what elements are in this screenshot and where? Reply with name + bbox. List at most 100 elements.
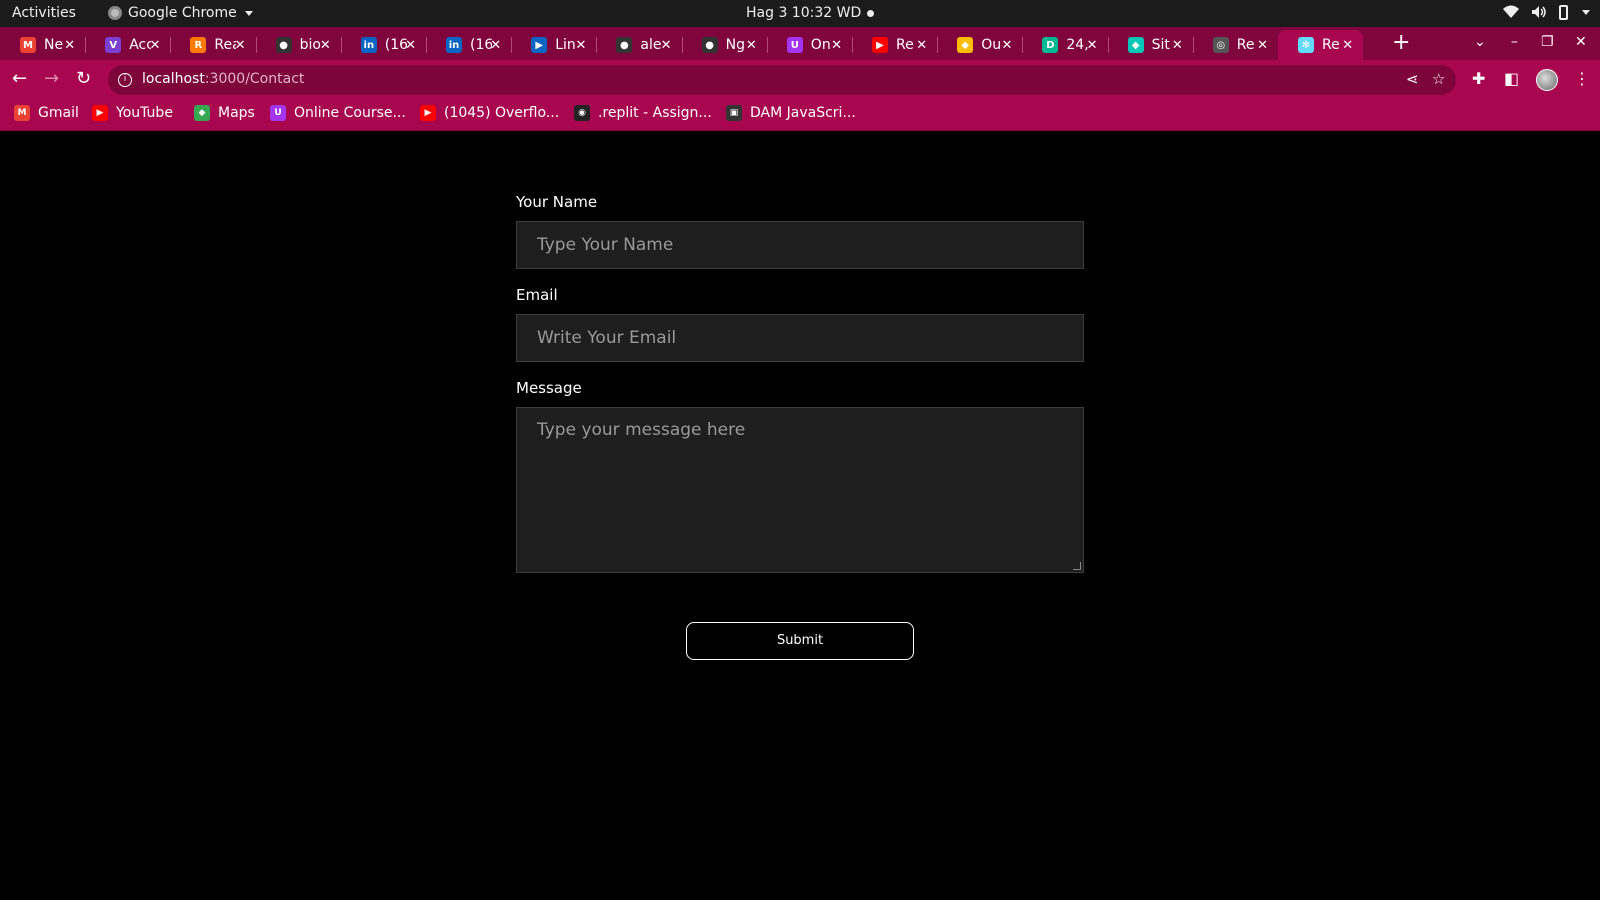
bookmark-label: YouTube bbox=[116, 105, 173, 121]
bookmark-item[interactable]: ▶ YouTube bbox=[92, 105, 173, 121]
close-tab-icon[interactable]: ✕ bbox=[1172, 38, 1183, 53]
browser-tab[interactable]: ◆ Ou ✕ bbox=[937, 30, 1022, 60]
browser-tab[interactable]: ● bio ✕ bbox=[256, 30, 341, 60]
app-name: Google Chrome bbox=[128, 5, 237, 21]
maps-icon: ◆ bbox=[194, 105, 210, 121]
resize-grip-icon[interactable] bbox=[1073, 562, 1081, 570]
close-tab-icon[interactable]: ✕ bbox=[235, 38, 246, 53]
github-icon: ● bbox=[701, 37, 718, 53]
tab-separator bbox=[1192, 37, 1194, 53]
browser-tab[interactable]: M Ne ✕ bbox=[0, 30, 85, 60]
bookmark-item[interactable]: ◆ Maps bbox=[194, 105, 255, 121]
message-textarea[interactable]: Type your message here bbox=[516, 407, 1084, 573]
caret-down-icon bbox=[244, 10, 253, 16]
netlify-icon: ◆ bbox=[1127, 37, 1144, 53]
bookmark-item[interactable]: ▣ DAM JavaScri... bbox=[726, 105, 856, 121]
forward-arrow-icon[interactable]: → bbox=[44, 69, 59, 89]
bookmark-item[interactable]: M Gmail bbox=[14, 105, 79, 121]
close-tab-icon[interactable]: ✕ bbox=[490, 38, 501, 53]
close-tab-icon[interactable]: ✕ bbox=[64, 38, 75, 53]
tab-search-icon[interactable]: ⌄ bbox=[1474, 34, 1486, 50]
tab-title: Ng bbox=[725, 37, 745, 53]
tab-separator bbox=[340, 37, 342, 53]
app-menu[interactable]: Google Chrome bbox=[108, 5, 253, 21]
message-placeholder: Type your message here bbox=[537, 420, 746, 440]
linkedin-icon: in bbox=[360, 37, 377, 53]
email-input[interactable]: Write Your Email bbox=[516, 314, 1084, 362]
reload-icon[interactable]: ↻ bbox=[76, 69, 91, 89]
restore-icon[interactable]: ❐ bbox=[1541, 34, 1554, 50]
tab-separator bbox=[766, 37, 768, 53]
close-tab-icon[interactable]: ✕ bbox=[1257, 38, 1268, 53]
more-menu-icon[interactable]: ⋮ bbox=[1574, 69, 1590, 88]
close-tab-icon[interactable]: ✕ bbox=[831, 38, 842, 53]
activities-button[interactable]: Activities bbox=[12, 5, 76, 21]
bookmark-label: (1045) Overflo... bbox=[444, 105, 560, 121]
bookmark-item[interactable]: U Online Course... bbox=[270, 105, 406, 121]
tab-separator bbox=[1107, 37, 1109, 53]
bookmark-label: DAM JavaScri... bbox=[750, 105, 856, 121]
system-tray[interactable] bbox=[1503, 4, 1590, 20]
close-tab-icon[interactable]: ✕ bbox=[1087, 38, 1098, 53]
bookmark-star-icon[interactable]: ☆ bbox=[1432, 70, 1445, 88]
chrome-icon bbox=[108, 6, 122, 20]
tab-title: Ou bbox=[981, 37, 1002, 53]
browser-tab[interactable]: ◎ Re ✕ bbox=[1193, 30, 1278, 60]
close-tab-icon[interactable]: ✕ bbox=[405, 38, 416, 53]
browser-tab[interactable]: ◆ Sit ✕ bbox=[1108, 30, 1193, 60]
browser-tab[interactable]: in (16 ✕ bbox=[341, 30, 426, 60]
bookmark-item[interactable]: ◉ .replit - Assign... bbox=[574, 105, 712, 121]
tab-title: (16 bbox=[470, 37, 492, 53]
browser-tab[interactable]: ▶ Re ✕ bbox=[852, 30, 937, 60]
browser-tab[interactable]: ● ale ✕ bbox=[596, 30, 681, 60]
url-text[interactable]: localhost:3000/Contact bbox=[142, 71, 304, 87]
close-tab-icon[interactable]: ✕ bbox=[149, 38, 160, 53]
volume-icon bbox=[1531, 4, 1547, 20]
extensions-icon[interactable]: ✚ bbox=[1472, 69, 1485, 88]
bookmark-label: Online Course... bbox=[294, 105, 406, 121]
page-content: Your Name Type Your Name Email Write You… bbox=[0, 131, 1600, 900]
bookmark-label: Gmail bbox=[38, 105, 79, 121]
tab-title: Rea bbox=[214, 37, 236, 53]
close-tab-icon[interactable]: ✕ bbox=[916, 38, 927, 53]
notification-dot-icon bbox=[867, 10, 874, 17]
browser-toolbar: ← → ↻ i localhost:3000/Contact ⋖ ☆ bbox=[0, 60, 1600, 100]
site-info-icon[interactable]: i bbox=[118, 73, 132, 87]
close-tab-icon[interactable]: ✕ bbox=[1001, 38, 1012, 53]
browser-tab[interactable]: ● Ng ✕ bbox=[682, 30, 767, 60]
tab-separator bbox=[511, 37, 513, 53]
tab-title: (16 bbox=[384, 37, 407, 53]
tab-separator bbox=[85, 37, 87, 53]
battery-icon bbox=[1559, 4, 1568, 20]
replit-icon: ◉ bbox=[574, 105, 590, 121]
name-input[interactable]: Type Your Name bbox=[516, 221, 1084, 269]
browser-tab[interactable]: ▶ Lin ✕ bbox=[511, 30, 596, 60]
minimize-icon[interactable]: – bbox=[1511, 34, 1518, 50]
close-tab-icon[interactable]: ✕ bbox=[575, 38, 586, 53]
new-tab-button[interactable]: + bbox=[1392, 32, 1410, 54]
close-tab-icon[interactable]: ✕ bbox=[320, 38, 331, 53]
react-icon: ✻ bbox=[1298, 37, 1314, 53]
share-icon[interactable]: ⋖ bbox=[1406, 70, 1419, 88]
email-label: Email bbox=[516, 286, 558, 304]
browser-tab[interactable]: V Acc ✕ bbox=[85, 30, 170, 60]
clock[interactable]: Hag 3 10:32 WD bbox=[746, 5, 861, 21]
browser-tab[interactable]: D 24, ✕ bbox=[1022, 30, 1107, 60]
close-tab-icon[interactable]: ✕ bbox=[661, 38, 672, 53]
submit-button[interactable]: Submit bbox=[686, 622, 914, 660]
browser-tab[interactable]: ✻ Re ✕ bbox=[1278, 30, 1364, 60]
browser-tab[interactable]: U On ✕ bbox=[767, 30, 852, 60]
browser-tab[interactable]: R Rea✕ bbox=[170, 30, 255, 60]
address-bar[interactable]: i localhost:3000/Contact ⋖ ☆ bbox=[108, 65, 1456, 95]
close-tab-icon[interactable]: ✕ bbox=[746, 38, 757, 53]
avatar[interactable] bbox=[1536, 69, 1558, 91]
bookmark-item[interactable]: ▶ (1045) Overflo... bbox=[420, 105, 559, 121]
tab-title: Re bbox=[1236, 37, 1255, 53]
tab-separator bbox=[596, 37, 598, 53]
back-arrow-icon[interactable]: ← bbox=[12, 69, 27, 89]
close-tab-icon[interactable]: ✕ bbox=[1342, 38, 1353, 53]
close-window-icon[interactable]: ✕ bbox=[1575, 34, 1587, 50]
side-panel-icon[interactable]: ◧ bbox=[1504, 69, 1519, 88]
tab-title: Ne bbox=[44, 37, 64, 53]
browser-tab[interactable]: in (16 ✕ bbox=[426, 30, 511, 60]
